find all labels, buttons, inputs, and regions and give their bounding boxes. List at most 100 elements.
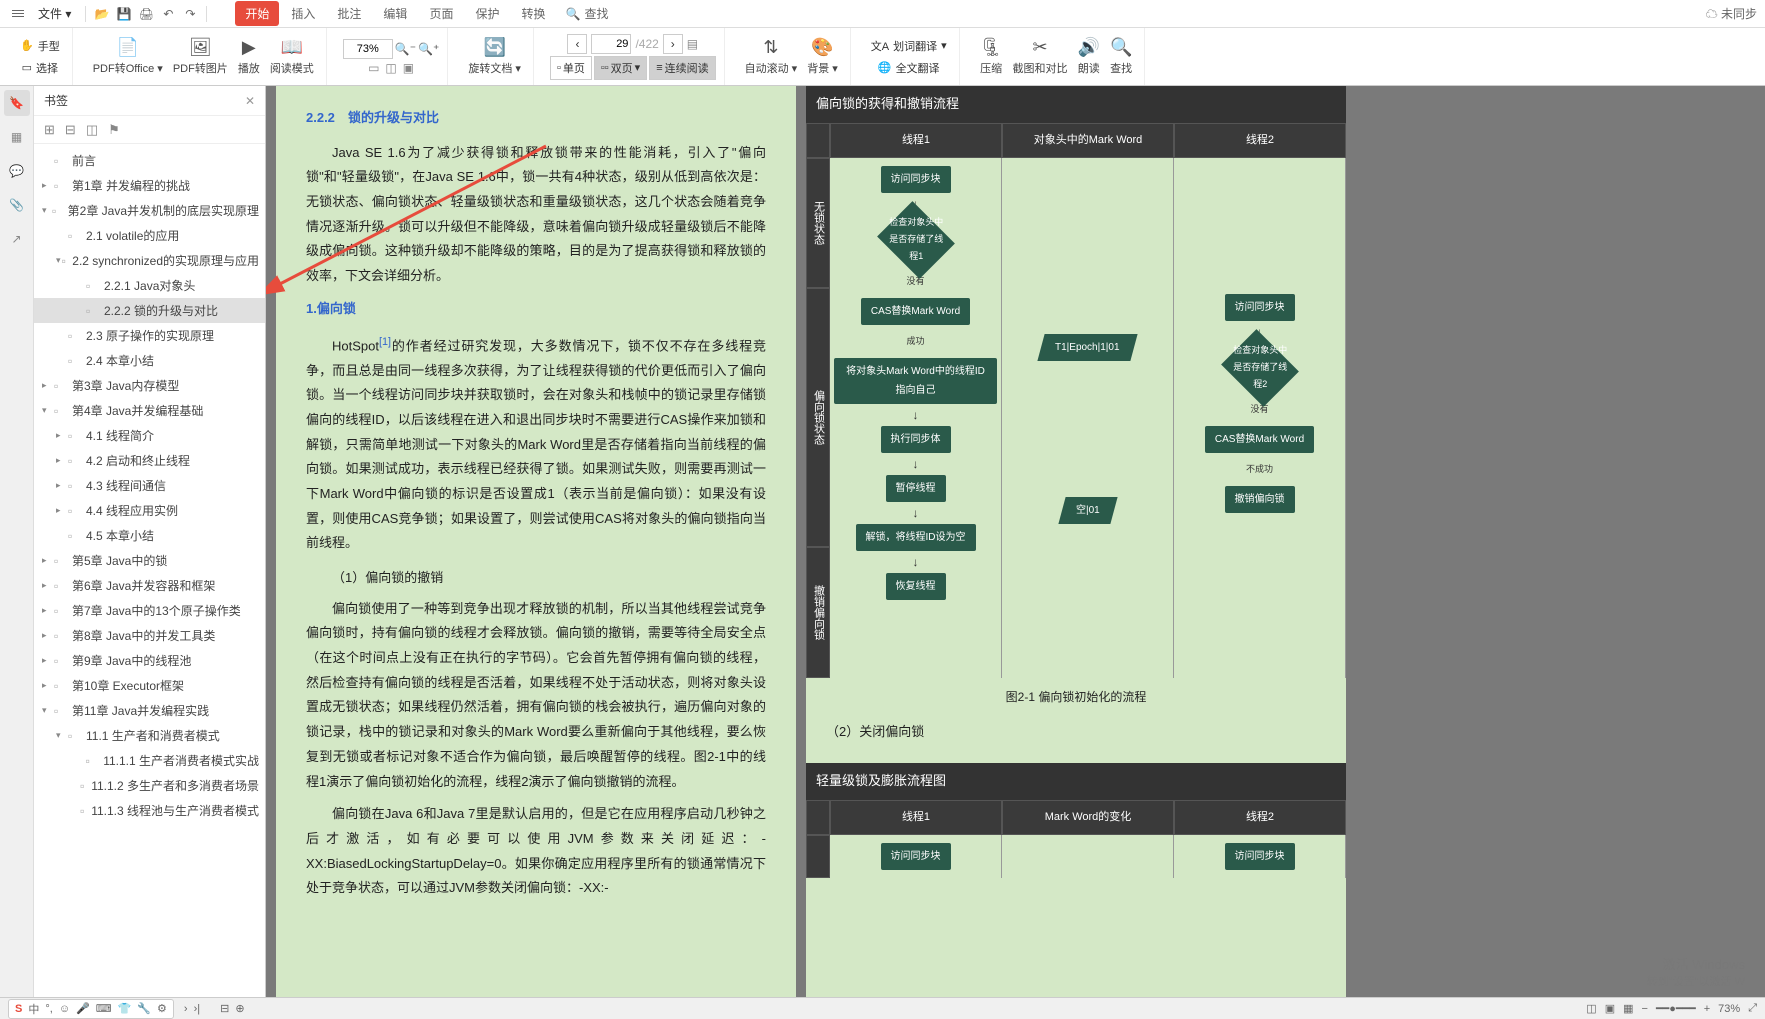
actual-size-icon[interactable]: ▣: [403, 61, 414, 75]
tab-comment[interactable]: 批注: [327, 1, 371, 26]
bookmark-item[interactable]: ▾▫11.1 生产者和消费者模式: [34, 723, 265, 748]
compress[interactable]: 🗜压缩: [976, 35, 1007, 78]
undo-icon[interactable]: ↶: [158, 4, 178, 24]
document-viewport[interactable]: 2.2.2 锁的升级与对比 Java SE 1.6为了减少获得锁和释放锁带来的性…: [266, 86, 1765, 997]
tab-protect[interactable]: 保护: [465, 1, 509, 26]
tab-start[interactable]: 开始: [235, 1, 279, 26]
double-page-mode[interactable]: ▫▫ 双页 ▾: [594, 56, 647, 80]
bookmark-item[interactable]: ▸▫第10章 Executor框架: [34, 673, 265, 698]
bookmark-item[interactable]: ▸▫第5章 Java中的锁: [34, 548, 265, 573]
sync-status[interactable]: ☁ 未同步: [1706, 5, 1757, 22]
read-aloud[interactable]: 🔊朗读: [1074, 35, 1104, 78]
bookmark-item[interactable]: ▫11.1.1 生产者消费者模式实战: [34, 748, 265, 773]
expand-toggle-icon[interactable]: ▸: [42, 180, 54, 191]
ime-skin-icon[interactable]: 👕: [118, 1002, 132, 1015]
tab-page[interactable]: 页面: [419, 1, 463, 26]
sb-grid-icon[interactable]: ▦: [1623, 1002, 1633, 1015]
single-page-mode[interactable]: ▫ 单页: [550, 56, 592, 80]
sb-nav-last[interactable]: ›|: [194, 1003, 201, 1015]
expand-toggle-icon[interactable]: ▾: [42, 405, 54, 416]
bookmark-item[interactable]: ▫11.1.3 线程池与生产消费者模式: [34, 798, 265, 823]
bookmark-item[interactable]: ▸▫第7章 Java中的13个原子操作类: [34, 598, 265, 623]
share-rail-icon[interactable]: ↗: [4, 226, 30, 252]
zoom-in-icon[interactable]: 🔍⁺: [418, 42, 439, 56]
bookmark-item[interactable]: ▫2.3 原子操作的实现原理: [34, 323, 265, 348]
expand-toggle-icon[interactable]: ▸: [56, 480, 68, 491]
expand-toggle-icon[interactable]: ▸: [56, 430, 68, 441]
bookmark-item[interactable]: ▾▫第11章 Java并发编程实践: [34, 698, 265, 723]
page-list-icon[interactable]: ▤: [687, 37, 698, 51]
sb-plus[interactable]: ⊕: [235, 1002, 244, 1015]
bookmark-item[interactable]: ▸▫4.4 线程应用实例: [34, 498, 265, 523]
bookmark-item[interactable]: ▸▫第3章 Java内存模型: [34, 373, 265, 398]
expand-toggle-icon[interactable]: ▸: [42, 380, 54, 391]
comment-rail-icon[interactable]: 💬: [4, 158, 30, 184]
bookmark-item[interactable]: ▫2.2.1 Java对象头: [34, 273, 265, 298]
auto-scroll[interactable]: ⇅自动滚动 ▾: [741, 35, 802, 78]
bookmark-item[interactable]: ▸▫第8章 Java中的并发工具类: [34, 623, 265, 648]
expand-toggle-icon[interactable]: ▸: [42, 655, 54, 666]
pdf-to-image[interactable]: 🖼PDF转图片: [169, 35, 232, 78]
bookmark-item[interactable]: ▸▫4.3 线程间通信: [34, 473, 265, 498]
expand-toggle-icon[interactable]: ▸: [42, 630, 54, 641]
zoom-input[interactable]: [343, 39, 393, 59]
tab-convert[interactable]: 转换: [511, 1, 555, 26]
sb-zoom-in[interactable]: +: [1704, 1003, 1710, 1015]
play-button[interactable]: ▶播放: [234, 35, 264, 78]
zoom-out-icon[interactable]: 🔍⁻: [395, 42, 416, 56]
open-icon[interactable]: 📂: [92, 4, 112, 24]
tab-insert[interactable]: 插入: [281, 1, 325, 26]
hamburger-menu[interactable]: [8, 6, 28, 21]
bookmark-add-icon[interactable]: ◫: [86, 122, 98, 138]
read-mode[interactable]: 📖阅读模式: [266, 35, 318, 78]
bookmark-item[interactable]: ▸▫第6章 Java并发容器和框架: [34, 573, 265, 598]
expand-toggle-icon[interactable]: ▸: [42, 680, 54, 691]
ime-toolbox-icon[interactable]: 🔧: [137, 1002, 151, 1015]
word-translate[interactable]: 文A 划词翻译 ▾: [867, 36, 951, 56]
expand-toggle-icon[interactable]: ▸: [42, 555, 54, 566]
thumbnail-rail-icon[interactable]: ▦: [4, 124, 30, 150]
ime-bar[interactable]: S 中 °, ☺ 🎤 ⌨ 👕 🔧 ⚙: [8, 999, 174, 1019]
select-tool[interactable]: ▭ 选择: [18, 58, 62, 78]
bookmark-item[interactable]: ▫4.5 本章小结: [34, 523, 265, 548]
bookmark-item[interactable]: ▸▫第9章 Java中的线程池: [34, 648, 265, 673]
bookmark-item[interactable]: ▸▫第1章 并发编程的挑战: [34, 173, 265, 198]
sb-view-icon[interactable]: ◫: [1586, 1002, 1596, 1015]
sb-nav-prev[interactable]: ›: [184, 1003, 188, 1015]
ime-mic-icon[interactable]: 🎤: [76, 1002, 90, 1015]
print-icon[interactable]: 🖨: [136, 4, 156, 24]
fit-page-icon[interactable]: ◫: [385, 61, 396, 75]
tab-edit[interactable]: 编辑: [373, 1, 417, 26]
bookmark-item[interactable]: ▾▫2.2 synchronized的实现原理与应用: [34, 248, 265, 273]
ime-punct-icon[interactable]: °,: [45, 1003, 52, 1015]
sb-zoom-out[interactable]: −: [1642, 1003, 1648, 1015]
bookmark-flag-icon[interactable]: ⚑: [108, 122, 120, 138]
sb-book-icon[interactable]: ▣: [1605, 1002, 1615, 1015]
bookmark-item[interactable]: ▫前言: [34, 148, 265, 173]
expand-toggle-icon[interactable]: ▾: [56, 730, 68, 741]
continuous-mode[interactable]: ≡ 连续阅读: [649, 56, 715, 80]
rotate-doc[interactable]: 🔄旋转文档 ▾: [464, 35, 525, 78]
search-menu[interactable]: 🔍 查找: [557, 1, 616, 26]
expand-toggle-icon[interactable]: ▸: [56, 455, 68, 466]
save-icon[interactable]: 💾: [114, 4, 134, 24]
page-input[interactable]: [591, 34, 631, 54]
sb-zoom-value[interactable]: 73%: [1718, 1003, 1740, 1015]
close-panel-icon[interactable]: ✕: [245, 94, 255, 108]
bookmark-item[interactable]: ▫2.2.2 锁的升级与对比: [34, 298, 265, 323]
bookmark-item[interactable]: ▸▫4.1 线程简介: [34, 423, 265, 448]
sb-expand-icon[interactable]: ⤢: [1748, 1002, 1757, 1015]
full-translate[interactable]: 🌐 全文翻译: [874, 58, 944, 78]
background[interactable]: 🎨背景 ▾: [803, 35, 842, 78]
fit-width-icon[interactable]: ▭: [368, 61, 379, 75]
sb-minus[interactable]: ⊟: [220, 1002, 229, 1015]
expand-toggle-icon[interactable]: ▾: [42, 705, 54, 716]
expand-toggle-icon[interactable]: ▸: [56, 505, 68, 516]
bookmark-item[interactable]: ▫11.1.2 多生产者和多消费者场景: [34, 773, 265, 798]
ime-keyboard-icon[interactable]: ⌨: [96, 1002, 112, 1015]
ime-emoji-icon[interactable]: ☺: [59, 1003, 70, 1015]
bookmark-item[interactable]: ▾▫第2章 Java并发机制的底层实现原理: [34, 198, 265, 223]
bookmark-item[interactable]: ▫2.4 本章小结: [34, 348, 265, 373]
expand-all-icon[interactable]: ⊞: [44, 122, 55, 138]
bookmark-tree[interactable]: ▫前言▸▫第1章 并发编程的挑战▾▫第2章 Java并发机制的底层实现原理 ▫2.…: [34, 144, 265, 997]
